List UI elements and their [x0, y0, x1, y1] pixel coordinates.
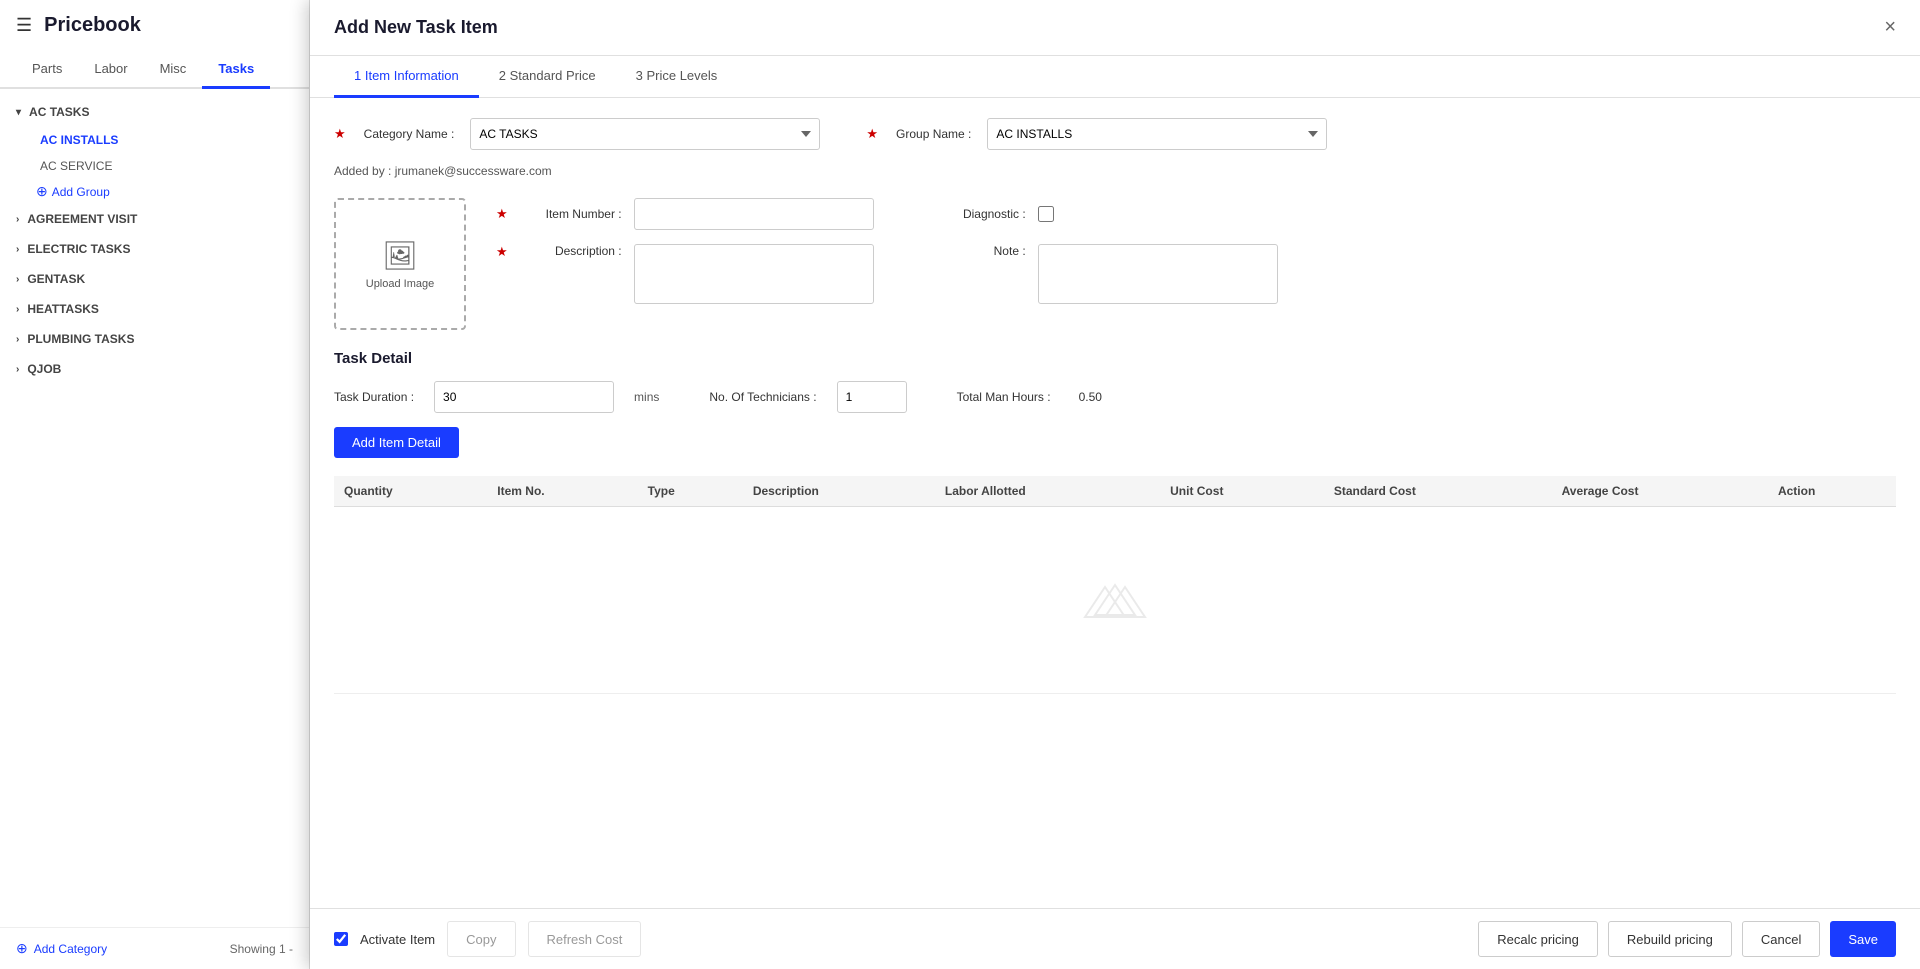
- add-item-detail-button[interactable]: Add Item Detail: [334, 427, 459, 458]
- note-input[interactable]: [1038, 244, 1278, 304]
- sidebar: ☰ Pricebook Parts Labor Misc Tasks ▾ AC …: [0, 0, 310, 969]
- mins-label: mins: [634, 390, 659, 404]
- no-of-tech-input[interactable]: [837, 381, 907, 413]
- tab-tasks[interactable]: Tasks: [202, 51, 270, 89]
- upload-fields-row: 🖼 Upload Image ★ Item Number : Diagnosti…: [334, 198, 1896, 330]
- sidebar-footer: ⊕ Add Category Showing 1 -: [0, 927, 309, 969]
- category-electric-tasks[interactable]: › ELECTRIC TASKS: [0, 234, 309, 264]
- add-group-button[interactable]: ⊕ Add Group: [0, 179, 309, 204]
- rebuild-pricing-button[interactable]: Rebuild pricing: [1608, 921, 1732, 957]
- wizard-tab-price-levels[interactable]: 3 Price Levels: [616, 56, 738, 98]
- chevron-right-icon: ›: [16, 364, 19, 375]
- cancel-button[interactable]: Cancel: [1742, 921, 1820, 957]
- tab-labor[interactable]: Labor: [78, 51, 143, 89]
- chevron-right-icon: ›: [16, 274, 19, 285]
- category-gentask[interactable]: › GENTASK: [0, 264, 309, 294]
- col-description: Description: [743, 476, 935, 507]
- description-note-row: ★ Description : Note :: [496, 244, 1896, 304]
- wizard-tab-item-information[interactable]: 1 Item Information: [334, 56, 479, 98]
- chevron-down-icon: ▾: [16, 107, 21, 118]
- total-man-hours-value: 0.50: [1079, 390, 1102, 404]
- activate-item-checkbox[interactable]: [334, 932, 348, 946]
- top-nav: Parts Labor Misc Tasks: [0, 51, 309, 89]
- category-plumbing-tasks[interactable]: › PLUMBING TASKS: [0, 324, 309, 354]
- fields-area: ★ Item Number : Diagnostic : ★ Descripti…: [496, 198, 1896, 330]
- note-label: Note :: [926, 244, 1026, 258]
- activate-item-label: Activate Item: [360, 932, 435, 947]
- total-man-hours-label: Total Man Hours :: [957, 390, 1051, 404]
- modal-title: Add New Task Item: [334, 17, 498, 38]
- diagnostic-checkbox[interactable]: [1038, 206, 1054, 222]
- chevron-right-icon: ›: [16, 334, 19, 345]
- category-heattasks[interactable]: › HEATTASKS: [0, 294, 309, 324]
- footer-left: Activate Item Copy Refresh Cost: [334, 921, 641, 957]
- upload-image-label: Upload Image: [366, 278, 435, 290]
- sidebar-tree: ▾ AC TASKS AC INSTALLS AC SERVICE ⊕ Add …: [0, 89, 309, 927]
- task-detail-title: Task Detail: [334, 350, 1896, 367]
- chevron-right-icon: ›: [16, 214, 19, 225]
- item-number-row: ★ Item Number : Diagnostic :: [496, 198, 1896, 230]
- upload-image-box[interactable]: 🖼 Upload Image: [334, 198, 466, 330]
- tab-parts[interactable]: Parts: [16, 51, 78, 89]
- add-category-plus-icon: ⊕: [16, 940, 28, 957]
- task-detail-row: Task Duration : mins No. Of Technicians …: [334, 381, 1896, 413]
- description-label: Description :: [522, 244, 622, 258]
- category-qjob[interactable]: › QJOB: [0, 354, 309, 384]
- col-average-cost: Average Cost: [1552, 476, 1768, 507]
- col-quantity: Quantity: [334, 476, 487, 507]
- hamburger-icon[interactable]: ☰: [16, 15, 32, 36]
- tab-misc[interactable]: Misc: [144, 51, 203, 89]
- col-type: Type: [638, 476, 743, 507]
- description-input[interactable]: [634, 244, 874, 304]
- chevron-right-icon: ›: [16, 244, 19, 255]
- wizard-tabs: 1 Item Information 2 Standard Price 3 Pr…: [310, 56, 1920, 98]
- category-group-row: ★ Category Name : AC TASKS ★ Group Name …: [334, 118, 1896, 150]
- modal-close-button[interactable]: ×: [1884, 16, 1896, 39]
- app-title: Pricebook: [44, 14, 141, 37]
- no-of-tech-label: No. Of Technicians :: [709, 390, 816, 404]
- item-number-input[interactable]: [634, 198, 874, 230]
- wizard-tab-standard-price[interactable]: 2 Standard Price: [479, 56, 616, 98]
- footer-right: Recalc pricing Rebuild pricing Cancel Sa…: [1478, 921, 1896, 957]
- category-name-label: Category Name :: [364, 127, 455, 141]
- added-by: Added by : jrumanek@successware.com: [334, 164, 1896, 178]
- group-ac-installs[interactable]: AC INSTALLS: [0, 127, 309, 153]
- modal-body: ★ Category Name : AC TASKS ★ Group Name …: [310, 98, 1920, 908]
- col-item-no: Item No.: [487, 476, 637, 507]
- upload-image-icon: 🖼: [382, 239, 418, 272]
- col-standard-cost: Standard Cost: [1324, 476, 1552, 507]
- modal-footer: Activate Item Copy Refresh Cost Recalc p…: [310, 908, 1920, 969]
- category-name-select[interactable]: AC TASKS: [470, 118, 820, 150]
- empty-state: [344, 515, 1886, 685]
- task-duration-label: Task Duration :: [334, 390, 414, 404]
- item-number-label: Item Number :: [522, 207, 622, 221]
- modal: Add New Task Item × 1 Item Information 2…: [310, 0, 1920, 969]
- category-agreement-visit[interactable]: › AGREEMENT VISIT: [0, 204, 309, 234]
- plus-icon: ⊕: [36, 183, 48, 200]
- group-name-label: Group Name :: [896, 127, 971, 141]
- diagnostic-label: Diagnostic :: [926, 207, 1026, 221]
- recalc-pricing-button[interactable]: Recalc pricing: [1478, 921, 1598, 957]
- modal-header: Add New Task Item ×: [310, 0, 1920, 56]
- col-unit-cost: Unit Cost: [1160, 476, 1324, 507]
- category-ac-tasks[interactable]: ▾ AC TASKS: [0, 97, 309, 127]
- item-detail-table: Quantity Item No. Type Description Labor…: [334, 476, 1896, 694]
- copy-button[interactable]: Copy: [447, 921, 515, 957]
- refresh-cost-button[interactable]: Refresh Cost: [528, 921, 642, 957]
- sidebar-header: ☰ Pricebook: [0, 0, 309, 51]
- col-labor-allotted: Labor Allotted: [935, 476, 1160, 507]
- group-ac-service[interactable]: AC SERVICE: [0, 153, 309, 179]
- add-category-label[interactable]: Add Category: [34, 942, 107, 956]
- task-duration-input[interactable]: [434, 381, 614, 413]
- col-action: Action: [1768, 476, 1896, 507]
- task-detail-section: Task Detail Task Duration : mins No. Of …: [334, 350, 1896, 694]
- chevron-right-icon: ›: [16, 304, 19, 315]
- showing-text: Showing 1 -: [230, 942, 293, 956]
- empty-state-icon: [1075, 575, 1155, 625]
- save-button[interactable]: Save: [1830, 921, 1896, 957]
- group-name-select[interactable]: AC INSTALLS: [987, 118, 1327, 150]
